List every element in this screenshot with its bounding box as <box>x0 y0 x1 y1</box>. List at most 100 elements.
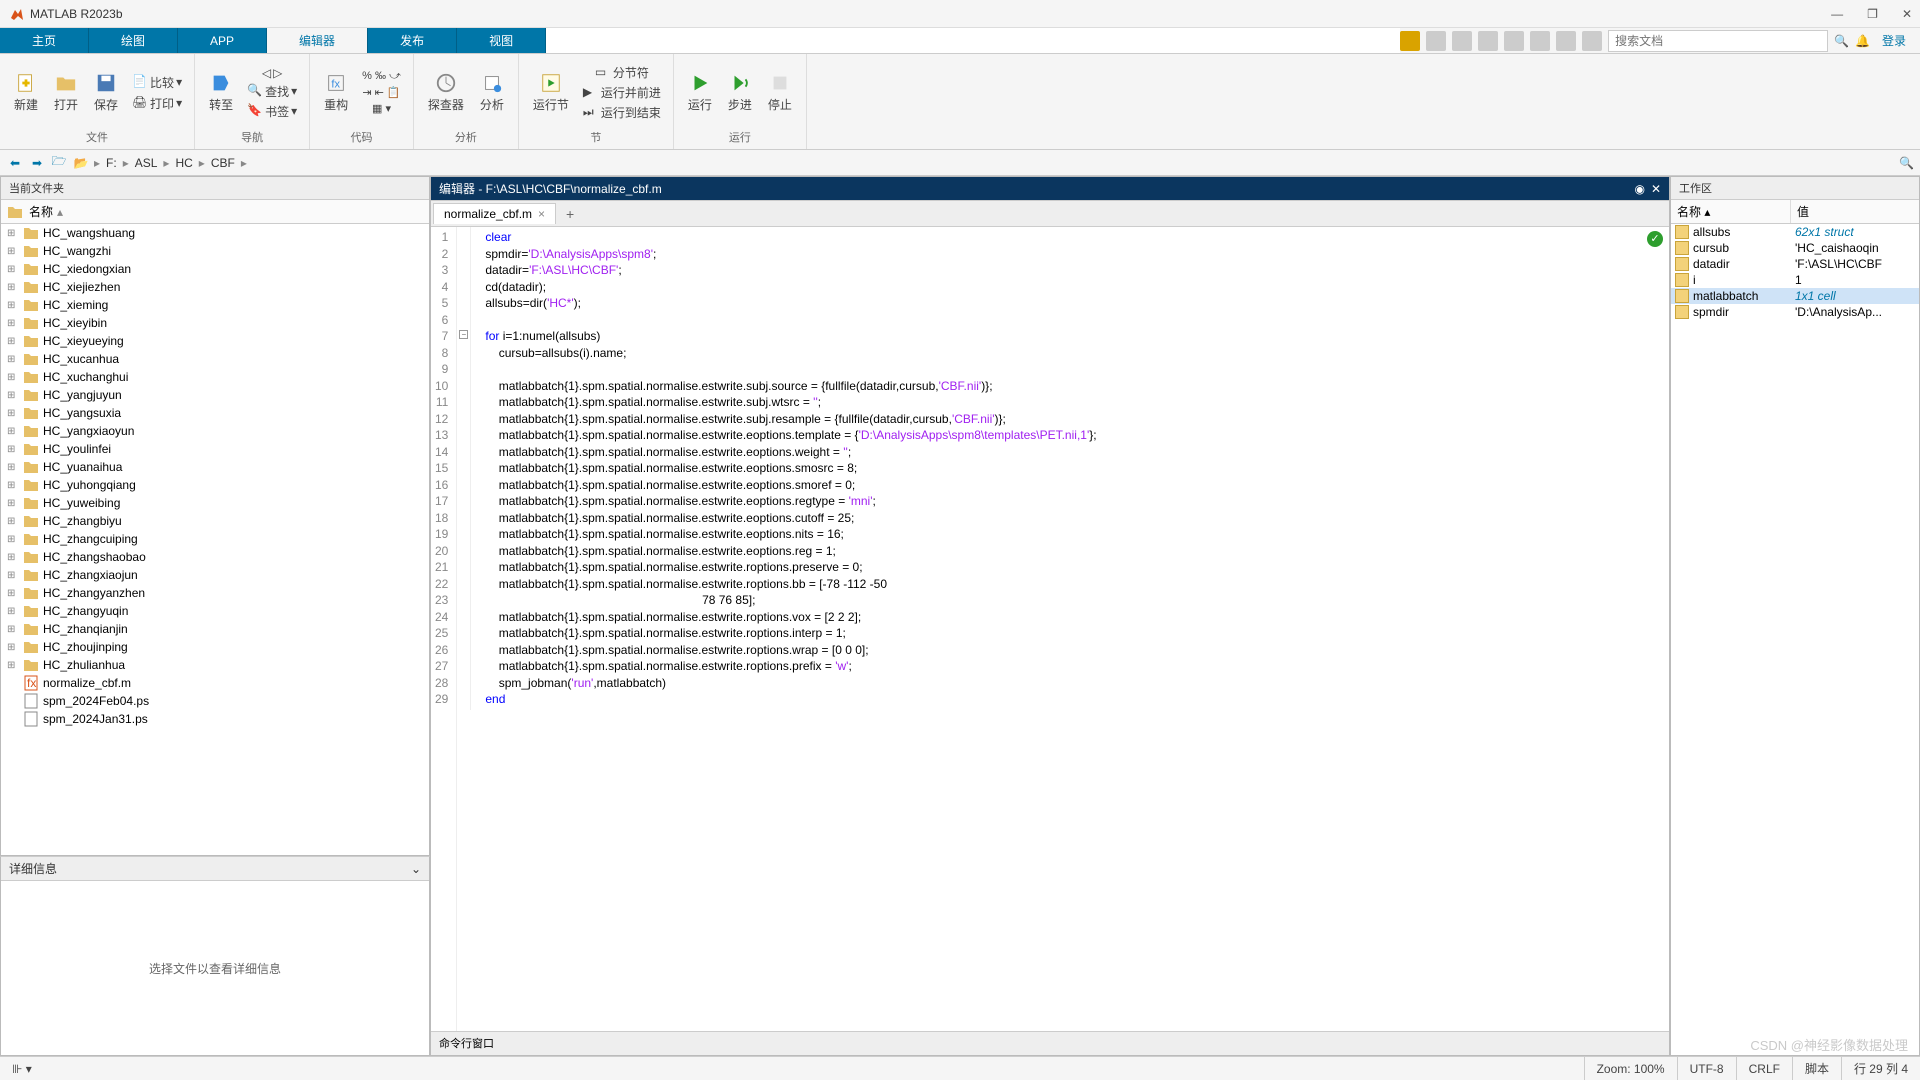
ribbon-tab-2[interactable]: APP <box>178 28 267 53</box>
file-row[interactable]: ⊞HC_yangxiaoyun <box>1 422 429 440</box>
close-button[interactable]: ✕ <box>1902 7 1912 21</box>
file-row[interactable]: ⊞HC_xiejiezhen <box>1 278 429 296</box>
file-row[interactable]: ⊞HC_zhanqianjin <box>1 620 429 638</box>
stop-button[interactable]: 停止 <box>762 70 798 115</box>
run-advance-button[interactable]: ▶运行并前进 <box>579 83 665 102</box>
ribbon-tab-4[interactable]: 发布 <box>368 28 457 53</box>
goto-button[interactable]: 转至 <box>203 70 239 115</box>
file-row[interactable]: ⊞HC_zhangxiaojun <box>1 566 429 584</box>
workspace-row[interactable]: datadir'F:\ASL\HC\CBF <box>1671 256 1919 272</box>
percent-icon[interactable]: % ‰ ⤻ <box>358 69 405 84</box>
profiler-button[interactable]: 探查器 <box>422 70 470 115</box>
forward-button[interactable]: ➡ <box>28 154 46 172</box>
login-link[interactable]: 登录 <box>1876 32 1912 49</box>
maximize-button[interactable]: ❐ <box>1867 7 1878 21</box>
ribbon-tab-5[interactable]: 视图 <box>457 28 546 53</box>
file-row[interactable]: ⊞HC_xiedongxian <box>1 260 429 278</box>
find-button[interactable]: 🔍查找▾ <box>243 82 301 101</box>
zoom-status[interactable]: Zoom: 100% <box>1584 1057 1677 1080</box>
ws-name-header[interactable]: 名称 ▴ <box>1671 200 1791 223</box>
cut-icon[interactable] <box>1426 31 1446 51</box>
ws-value-header[interactable]: 值 <box>1791 200 1815 223</box>
file-row[interactable]: ⊞HC_zhangcuiping <box>1 530 429 548</box>
editor-body[interactable]: 1234567891011121314151617181920212223242… <box>431 227 1669 1031</box>
browse-button[interactable]: 📂 <box>72 154 90 172</box>
file-row[interactable]: ⊞HC_zhangshaobao <box>1 548 429 566</box>
workspace-row[interactable]: matlabbatch1x1 cell <box>1671 288 1919 304</box>
workspace-row[interactable]: spmdir'D:\AnalysisAp... <box>1671 304 1919 320</box>
breadcrumb-seg[interactable]: F: <box>102 156 121 170</box>
file-row[interactable]: ⊞HC_xuchanghui <box>1 368 429 386</box>
switch-window-icon[interactable] <box>1556 31 1576 51</box>
fold-toggle[interactable]: − <box>459 330 468 339</box>
save-button[interactable]: 保存 <box>88 70 124 115</box>
file-row[interactable]: ⊞HC_wangzhi <box>1 242 429 260</box>
redo-icon[interactable] <box>1530 31 1550 51</box>
print-button[interactable]: 🖨打印▾ <box>128 94 186 113</box>
ribbon-tab-3[interactable]: 编辑器 <box>267 28 368 53</box>
copy-icon[interactable] <box>1452 31 1472 51</box>
dock-icon[interactable]: ◉ <box>1634 182 1644 196</box>
file-row[interactable]: ⊞HC_yuweibing <box>1 494 429 512</box>
analyze-button[interactable]: 分析 <box>474 70 510 115</box>
refactor-button[interactable]: fx重构 <box>318 70 354 115</box>
file-row[interactable]: ⊞HC_youlinfei <box>1 440 429 458</box>
compare-button[interactable]: 📄比较▾ <box>128 73 186 92</box>
file-row[interactable]: ⊞HC_xieyueying <box>1 332 429 350</box>
file-row[interactable]: ⊞HC_yuanaihua <box>1 458 429 476</box>
indent-icon[interactable]: ⇥ ⇤ 📋 <box>358 85 405 100</box>
file-row[interactable]: spm_2024Feb04.ps <box>1 692 429 710</box>
run-section-button[interactable]: 运行节 <box>527 70 575 115</box>
notification-icon[interactable]: 🔔 <box>1855 34 1870 48</box>
file-row[interactable]: ⊞HC_xieming <box>1 296 429 314</box>
undo-icon[interactable] <box>1504 31 1524 51</box>
step-button[interactable]: 步进 <box>722 70 758 115</box>
nav-back-button[interactable]: ◁▷ <box>243 65 301 81</box>
file-row[interactable]: ⊞HC_yuhongqiang <box>1 476 429 494</box>
workspace-row[interactable]: allsubs62x1 struct <box>1671 224 1919 240</box>
file-row[interactable]: ⊞HC_zhangbiyu <box>1 512 429 530</box>
ribbon-tab-0[interactable]: 主页 <box>0 28 89 53</box>
file-list[interactable]: ⊞HC_wangshuang⊞HC_wangzhi⊞HC_xiedongxian… <box>1 224 429 855</box>
file-row[interactable]: ⊞HC_yangjuyun <box>1 386 429 404</box>
chevron-down-icon[interactable]: ⌄ <box>411 862 421 876</box>
section-break-button[interactable]: ▭分节符 <box>579 63 665 82</box>
file-row[interactable]: ⊞HC_xucanhua <box>1 350 429 368</box>
ribbon-tab-1[interactable]: 绘图 <box>89 28 178 53</box>
file-row[interactable]: ⊞HC_xieyibin <box>1 314 429 332</box>
paste-icon[interactable] <box>1478 31 1498 51</box>
editor-tab[interactable]: normalize_cbf.m × <box>433 203 556 224</box>
minimize-button[interactable]: — <box>1831 7 1843 21</box>
save-all-icon[interactable] <box>1400 31 1420 51</box>
breadcrumb-seg[interactable]: CBF <box>207 156 239 170</box>
sort-icon[interactable]: ▴ <box>57 205 63 219</box>
file-row[interactable]: ⊞HC_zhangyanzhen <box>1 584 429 602</box>
open-button[interactable]: 打开 <box>48 70 84 115</box>
workspace-row[interactable]: cursub'HC_caishaoqin <box>1671 240 1919 256</box>
breadcrumb-seg[interactable]: HC <box>171 156 196 170</box>
add-tab-button[interactable]: + <box>556 203 584 225</box>
file-row[interactable]: ⊞HC_zhangyuqin <box>1 602 429 620</box>
file-row[interactable]: ⊞HC_wangshuang <box>1 224 429 242</box>
file-row[interactable]: ⊞HC_zhoujinping <box>1 638 429 656</box>
run-button[interactable]: 运行 <box>682 70 718 115</box>
format-icon[interactable]: ▦ ▾ <box>358 101 405 116</box>
file-row[interactable]: spm_2024Jan31.ps <box>1 710 429 728</box>
close-panel-icon[interactable]: ✕ <box>1651 182 1661 196</box>
search-path-icon[interactable]: 🔍 <box>1899 156 1914 170</box>
back-button[interactable]: ⬅ <box>6 154 24 172</box>
file-row[interactable]: ⊞HC_yangsuxia <box>1 404 429 422</box>
run-to-end-button[interactable]: ⏭运行到结束 <box>579 103 665 122</box>
close-tab-icon[interactable]: × <box>538 207 545 221</box>
workspace-list[interactable]: allsubs62x1 structcursub'HC_caishaoqinda… <box>1671 224 1919 320</box>
command-window-title[interactable]: 命令行窗口 <box>431 1031 1669 1055</box>
bookmark-button[interactable]: 🔖书签▾ <box>243 102 301 121</box>
file-row[interactable]: ⊞HC_zhulianhua <box>1 656 429 674</box>
new-button[interactable]: 新建 <box>8 70 44 115</box>
file-row[interactable]: fxnormalize_cbf.m <box>1 674 429 692</box>
help-icon[interactable] <box>1582 31 1602 51</box>
encoding-status[interactable]: UTF-8 <box>1677 1057 1736 1080</box>
search-docs-input[interactable] <box>1608 30 1828 52</box>
breadcrumb-seg[interactable]: ASL <box>131 156 162 170</box>
up-folder-button[interactable]: 🗁 <box>50 154 68 172</box>
